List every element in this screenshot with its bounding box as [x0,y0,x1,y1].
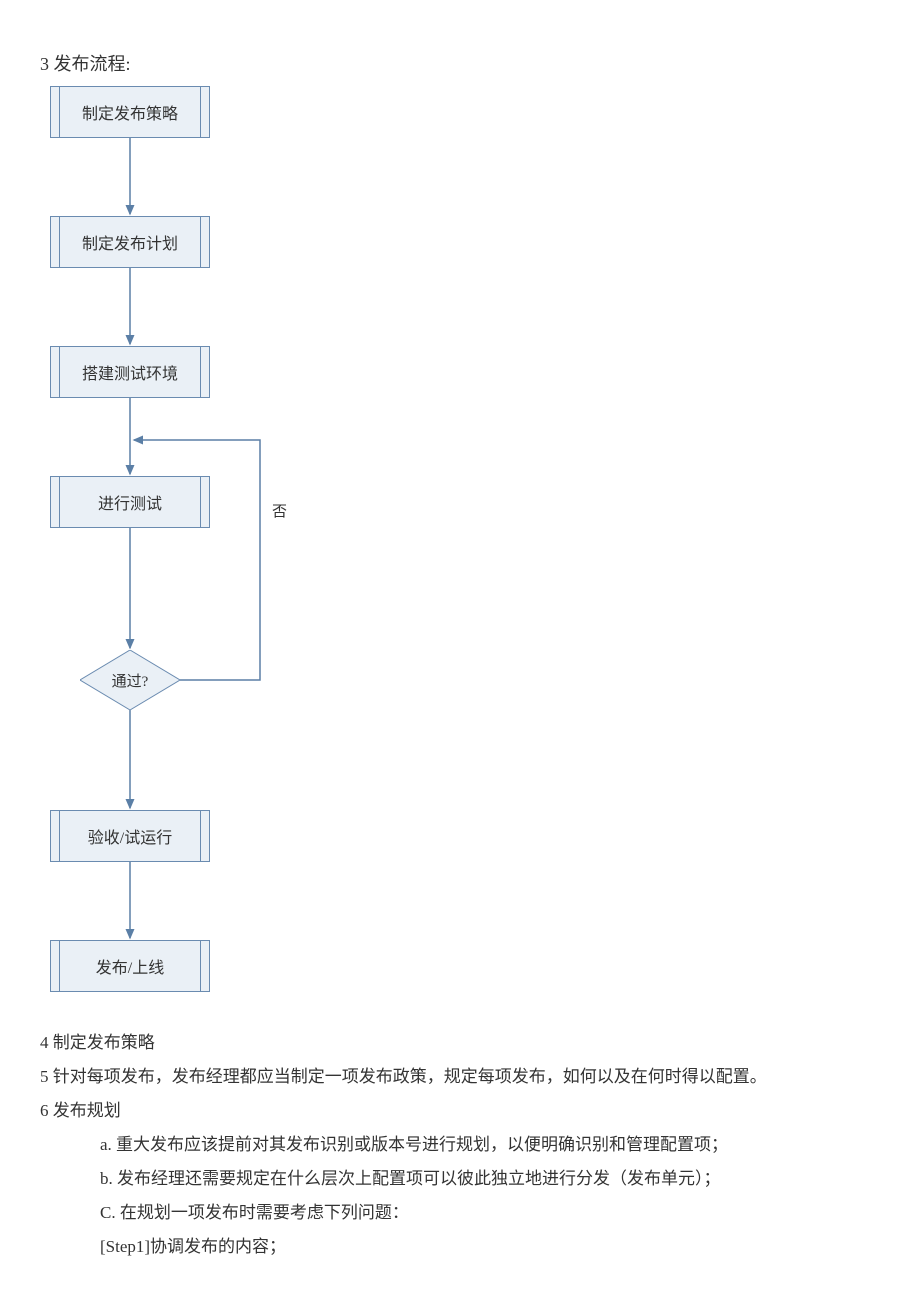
p6-step1: [Step1]协调发布的内容； [40,1230,880,1264]
p6c: C. 在规划一项发布时需要考虑下列问题： [40,1196,880,1230]
p4: 4 制定发布策略 [40,1026,880,1060]
p6: 6 发布规划 [40,1094,880,1128]
flowchart: 制定发布策略 制定发布计划 搭建测试环境 进行测试 通过? 验收/试运行 发布/ [40,80,340,1020]
body-text: 4 制定发布策略 5 针对每项发布，发布经理都应当制定一项发布政策，规定每项发布… [40,1026,880,1264]
p5: 5 针对每项发布，发布经理都应当制定一项发布政策，规定每项发布，如何以及在何时得… [40,1060,880,1094]
flow-no-label: 否 [272,500,287,521]
section-heading-flow: 3 发布流程: [40,50,880,76]
p6b: b. 发布经理还需要规定在什么层次上配置项可以彼此独立地进行分发（发布单元）； [40,1162,880,1196]
flow-connectors [40,80,340,1020]
p6a: a. 重大发布应该提前对其发布识别或版本号进行规划，以便明确识别和管理配置项； [40,1128,880,1162]
